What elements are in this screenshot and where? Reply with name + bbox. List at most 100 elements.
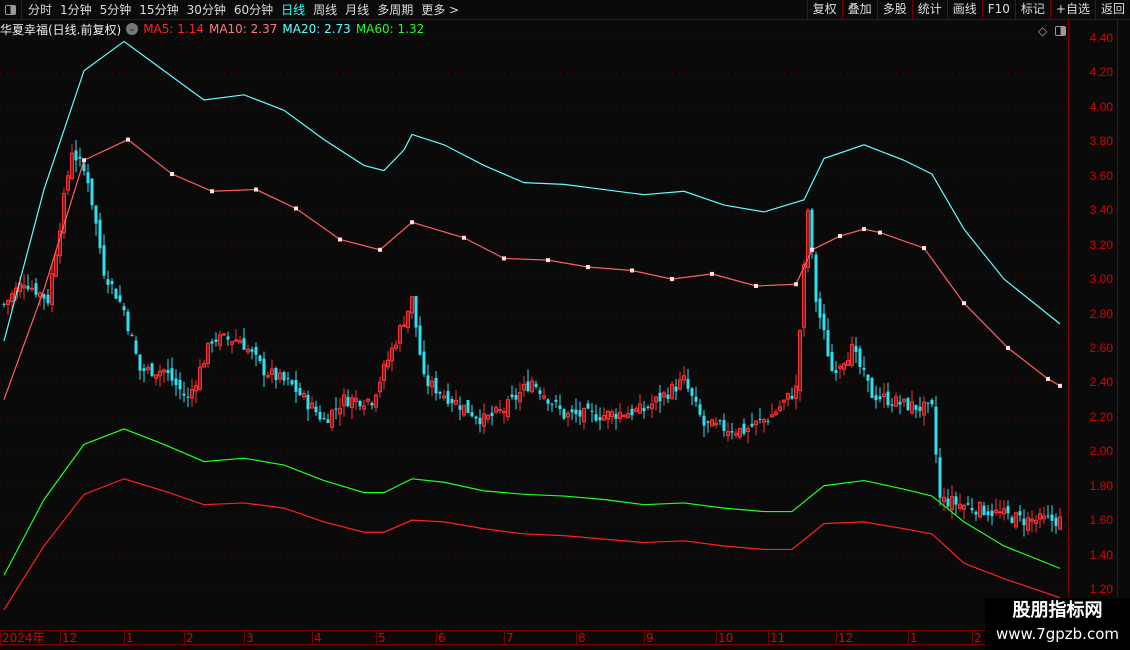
diamond-icon[interactable]: ◇ (1038, 24, 1047, 38)
period-tab[interactable]: 分时 (24, 1, 56, 18)
candle-body (874, 395, 878, 401)
candlestick-chart[interactable] (0, 0, 1068, 630)
candle-body (334, 408, 338, 410)
candle-body (690, 388, 694, 396)
candle-body (886, 391, 890, 406)
candle-body (698, 404, 702, 415)
panel-toggle-icon[interactable] (0, 0, 22, 19)
candle-body (78, 156, 82, 159)
period-tab[interactable]: 60分钟 (230, 1, 277, 18)
candle-body (586, 403, 590, 409)
price-tick-label: 2.80 (1089, 306, 1113, 321)
mid-band-marker (862, 227, 866, 232)
mid-band-marker (962, 301, 966, 306)
candle-body (126, 311, 130, 332)
candle-body (294, 379, 298, 392)
mid-band-marker (82, 158, 86, 163)
date-label: 11 (768, 631, 786, 645)
candle-body (178, 379, 182, 390)
price-tick-label: 3.20 (1089, 237, 1113, 252)
candle-body (254, 347, 258, 355)
toolbar-button[interactable]: 返回 (1094, 0, 1130, 20)
candle-body (2, 303, 6, 305)
candle-body (930, 399, 934, 405)
candle-body (290, 380, 294, 385)
candle-body (86, 172, 90, 184)
candle-body (210, 341, 214, 344)
toolbar-button[interactable]: 复权 (806, 0, 842, 20)
candle-body (622, 414, 626, 417)
candle-body (250, 349, 254, 352)
side-panel (1118, 20, 1130, 630)
candle-body (222, 333, 226, 336)
toolbar-button[interactable]: 统计 (911, 0, 947, 20)
candle-body (810, 209, 814, 250)
candle-body (914, 404, 918, 410)
date-label: 3 (244, 631, 254, 645)
date-label: 6 (436, 631, 446, 645)
date-label: 2024年 (0, 631, 45, 645)
toolbar-button[interactable]: F10 (981, 0, 1015, 20)
toolbar-button[interactable]: 标记 (1014, 0, 1050, 20)
candle-body (110, 281, 114, 285)
toolbar-button[interactable]: 叠加 (841, 0, 877, 20)
candle-body (118, 295, 122, 302)
candle-body (898, 401, 902, 405)
period-tab[interactable]: 周线 (309, 1, 341, 18)
mid-band-marker (810, 247, 814, 252)
dropdown-chevron-icon[interactable]: ⌄ (126, 23, 139, 35)
period-tab[interactable]: 5分钟 (96, 1, 136, 18)
period-tab[interactable]: 30分钟 (183, 1, 230, 18)
watermark-url: www.7gpzb.com (996, 625, 1119, 643)
mid-band-marker (586, 265, 590, 270)
candle-body (818, 298, 822, 318)
candle-body (890, 404, 894, 406)
candle-body (142, 368, 146, 372)
candle-body (870, 378, 874, 398)
mid-band-marker (754, 283, 758, 288)
toolbar-button[interactable]: 多股 (876, 0, 912, 20)
toolbar-button[interactable]: +自选 (1049, 0, 1095, 20)
candle-body (286, 378, 290, 380)
candle-body (614, 413, 618, 419)
period-tab[interactable]: 更多 > (417, 1, 463, 18)
period-tab[interactable]: 月线 (341, 1, 373, 18)
candle-body (434, 377, 438, 394)
candle-body (438, 391, 442, 394)
price-tick-label: 1.80 (1089, 478, 1113, 493)
period-tab[interactable]: 多周期 (373, 1, 417, 18)
candle-body (138, 354, 142, 371)
candle-body (750, 423, 754, 427)
candle-body (938, 457, 942, 498)
candle-body (1006, 506, 1010, 514)
candle-body (590, 410, 594, 412)
candle-body (186, 396, 190, 398)
candle-body (658, 392, 662, 402)
candle-body (258, 355, 262, 362)
candle-body (170, 368, 174, 381)
toolbar-button[interactable]: 画线 (946, 0, 982, 20)
ma10-value: MA10: 2.37 (208, 22, 278, 36)
panel-toggle-icon[interactable] (1055, 26, 1067, 36)
price-tick-label: 1.60 (1089, 513, 1113, 528)
candle-body (498, 409, 502, 412)
price-axis: 4.40 4.20 4.00 3.80 3.60 3.40 3.20 3.00 2.80 2.60… (1068, 20, 1118, 630)
date-label: 8 (576, 631, 586, 645)
date-label: 1 (908, 631, 918, 645)
candle-body (814, 254, 818, 302)
candle-body (1010, 517, 1014, 523)
candle-body (74, 150, 78, 161)
period-tab[interactable]: 1分钟 (56, 1, 96, 18)
period-tab[interactable]: 日线 (277, 1, 309, 18)
candle-body (730, 431, 734, 433)
watermark-name: 股朋指标网 (1012, 600, 1103, 621)
candle-body (298, 388, 302, 396)
candle-body (558, 405, 562, 409)
candle-body (418, 325, 422, 355)
candle-body (478, 417, 482, 425)
period-tab[interactable]: 15分钟 (135, 1, 182, 18)
candle-body (546, 399, 550, 404)
candle-body (718, 420, 722, 422)
ma60-value: MA60: 1.32 (355, 22, 425, 36)
indicator-info: 华夏幸福(日线.前复权) ⌄ MA5: 1.14 MA10: 2.37 MA20… (0, 20, 429, 38)
